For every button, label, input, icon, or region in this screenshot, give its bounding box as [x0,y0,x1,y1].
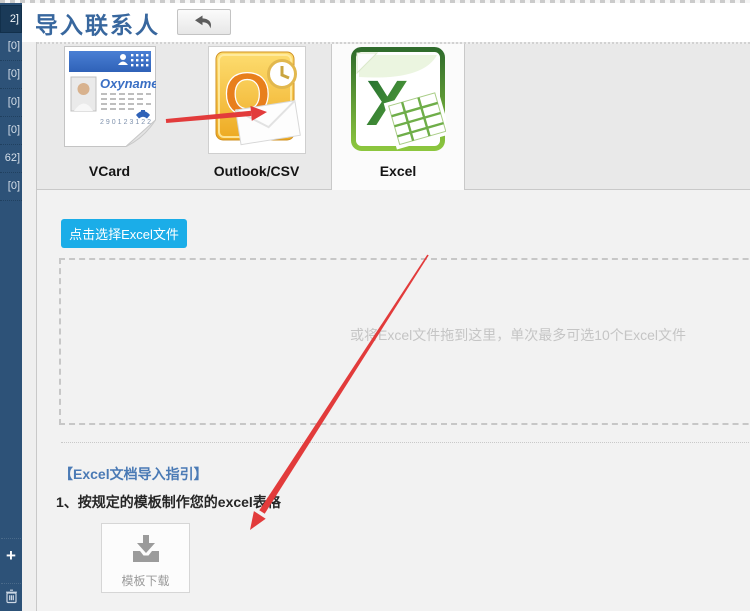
sidebar-item[interactable]: [0] [0,61,22,89]
dropzone-hint-text: 或将Excel文件拖到这里，单次最多可选10个Excel文件 [350,325,686,345]
template-download-label: 模板下载 [102,572,189,589]
folder-sidebar: 2] [0] [0] [0] [0] 62] [0] + [0,0,22,611]
tab-vcard[interactable]: Oxyname 290123122 VCard [37,44,182,190]
tab-label-excel: Excel [332,163,464,179]
import-type-tabbar: Oxyname 290123122 VCard [37,42,750,190]
outlook-icon-card: O [208,46,306,154]
tab-label-outlook-csv: Outlook/CSV [182,163,331,179]
import-content: Oxyname 290123122 VCard [36,42,750,611]
sidebar-item[interactable]: [0] [0,89,22,117]
window-top-dashed-border [0,0,750,3]
excel-import-panel: 点击选择Excel文件 或将Excel文件拖到这里，单次最多可选10个Excel… [37,190,750,611]
undo-arrow-icon [194,15,214,29]
sidebar-item[interactable]: [0] [0,33,22,61]
section-divider [61,442,749,443]
excel-icon: X [350,46,446,152]
add-folder-button[interactable]: + [0,546,22,566]
sidebar-item[interactable]: [0] [0,117,22,145]
sidebar-item[interactable]: [0] [0,173,22,201]
vcard-brand-text: Oxyname [100,76,156,91]
back-button[interactable] [177,9,231,35]
download-icon [130,533,162,564]
tab-excel-selected[interactable]: X Excel [331,44,465,190]
sidebar-divider [1,538,21,539]
sidebar-item[interactable]: 62] [0,145,22,173]
tab-outlook-csv[interactable]: O Outlook/CSV [182,44,331,190]
template-download-button[interactable]: 模板下载 [101,523,190,593]
page-title: 导入联系人 [35,6,160,40]
vcard-number-text: 290123122 [100,119,153,126]
sidebar-item-selected[interactable]: 2] [0,5,22,33]
tab-label-vcard: VCard [37,163,182,179]
select-excel-file-button[interactable]: 点击选择Excel文件 [61,219,187,248]
guide-title: 【Excel文档导入指引】 [59,464,208,484]
page-header: 导入联系人 [22,0,750,42]
trash-button[interactable] [0,589,22,609]
sidebar-divider [1,583,21,584]
tabbar-filler [465,44,750,190]
trash-icon [5,589,18,604]
guide-step-1: 1、按规定的模板制作您的excel表格 [56,492,281,512]
folder-list: 2] [0] [0] [0] [0] 62] [0] [0,5,22,201]
outlook-icon: O [209,47,305,153]
vcard-icon: Oxyname 290123122 [64,46,156,147]
